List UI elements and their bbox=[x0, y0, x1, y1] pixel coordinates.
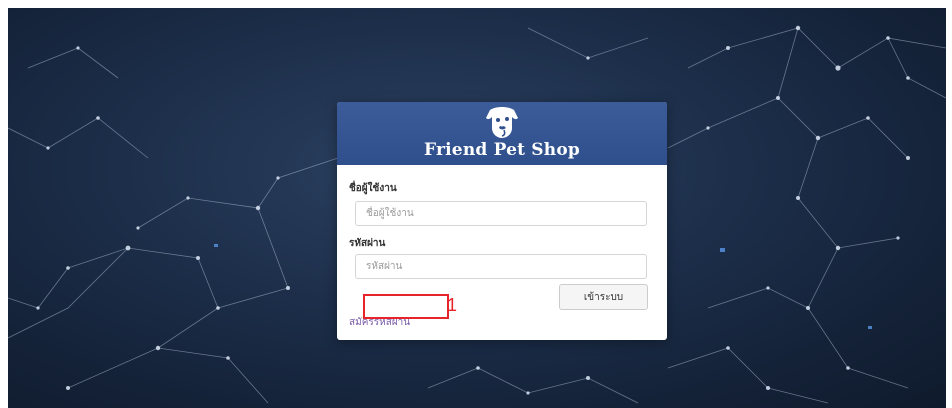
annotation-highlight-box bbox=[363, 294, 449, 319]
username-input[interactable] bbox=[355, 201, 647, 226]
card-header: Friend Pet Shop bbox=[337, 102, 667, 165]
login-button[interactable]: เข้าระบบ bbox=[559, 284, 648, 310]
brand-title: Friend Pet Shop bbox=[424, 140, 580, 160]
username-label: ชื่อผู้ใช้งาน bbox=[349, 183, 397, 194]
dog-head-icon bbox=[486, 107, 518, 138]
page-background: Friend Pet Shop ชื่อผู้ใช้งาน รหัสผ่าน เ… bbox=[8, 8, 946, 408]
password-input[interactable] bbox=[355, 254, 647, 279]
annotation-number: 1 bbox=[447, 295, 458, 315]
password-label: รหัสผ่าน bbox=[349, 238, 386, 249]
